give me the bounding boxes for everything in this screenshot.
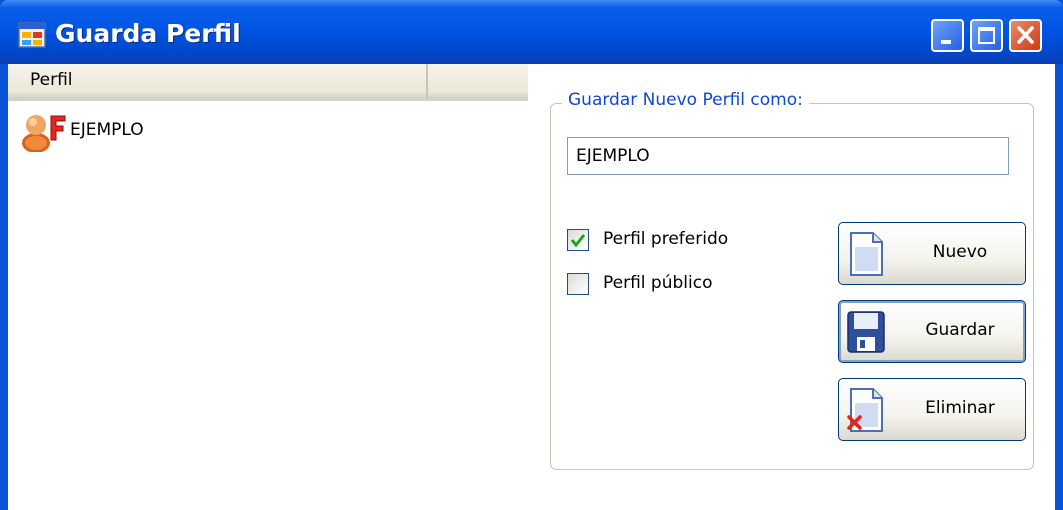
column-header-label: Perfil	[30, 70, 73, 90]
maximize-button[interactable]	[970, 19, 1003, 52]
column-header-perfil[interactable]: Perfil	[8, 64, 428, 98]
close-button[interactable]	[1009, 19, 1042, 52]
minimize-icon	[941, 40, 951, 44]
new-button[interactable]: Nuevo	[838, 222, 1026, 285]
minimize-button[interactable]	[931, 19, 964, 52]
checkbox-unchecked-box[interactable]	[567, 273, 589, 295]
title-bar[interactable]: Guarda Perfil	[0, 0, 1063, 64]
window-title: Guarda Perfil	[55, 19, 241, 48]
user-profile-icon	[22, 115, 66, 152]
save-profile-group-label: Guardar Nuevo Perfil como:	[562, 90, 809, 110]
list-item[interactable]: EJEMPLO	[20, 112, 240, 152]
maximize-icon	[978, 27, 995, 44]
list-header: Perfil	[8, 64, 528, 101]
app-window-icon	[18, 22, 46, 48]
new-document-icon	[850, 232, 883, 276]
delete-button[interactable]: Eliminar	[838, 378, 1026, 441]
profile-name-input[interactable]	[567, 137, 1009, 175]
checkbox-checked-box[interactable]	[567, 229, 589, 251]
delete-button-label: Eliminar	[925, 398, 995, 418]
delete-document-icon	[847, 388, 883, 432]
save-button-label: Guardar	[925, 320, 995, 340]
new-button-label: Nuevo	[932, 242, 988, 262]
save-button[interactable]: Guardar	[838, 300, 1026, 363]
checkbox-label: Perfil preferido	[603, 229, 729, 249]
checkbox-label: Perfil público	[603, 273, 713, 293]
list-item-label: EJEMPLO	[70, 120, 144, 140]
floppy-disk-icon	[847, 311, 885, 353]
close-icon	[1017, 26, 1034, 44]
profile-list[interactable]: Perfil EJEMPLO	[8, 64, 528, 510]
app-window: Guarda Perfil Perfil EJEMPLO Guardar Nue…	[0, 0, 1063, 510]
check-mark-icon	[570, 234, 586, 248]
